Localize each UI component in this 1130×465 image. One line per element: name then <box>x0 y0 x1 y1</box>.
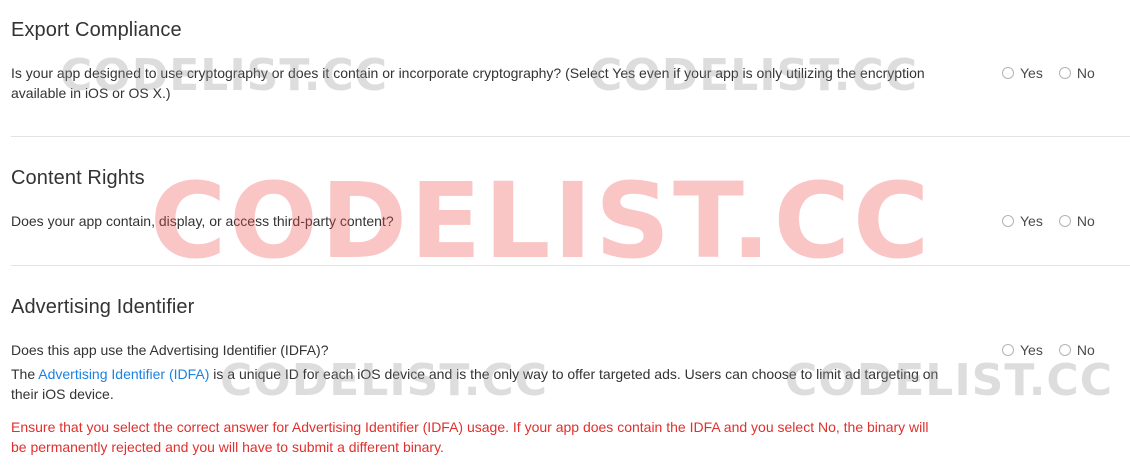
idfa-warning-text: Ensure that you select the correct answe… <box>11 417 971 457</box>
export-compliance-no-radio[interactable]: No <box>1058 65 1095 81</box>
content-rights-no-radio[interactable]: No <box>1058 213 1095 229</box>
radio-circle-icon[interactable] <box>1002 67 1014 79</box>
idfa-info-prefix: The <box>11 366 39 382</box>
advertising-identifier-no-radio[interactable]: No <box>1058 342 1095 358</box>
content-rights-heading: Content Rights <box>11 167 145 189</box>
export-compliance-question: Is your app designed to use cryptography… <box>11 63 971 103</box>
idfa-warning-line1: Ensure that you select the correct answe… <box>11 419 929 435</box>
app-review-form: Export Compliance Is your app designed t… <box>0 0 1130 465</box>
radio-label-yes: Yes <box>1020 213 1043 229</box>
section-divider <box>11 265 1130 266</box>
advertising-identifier-yes-radio[interactable]: Yes <box>1002 342 1043 358</box>
radio-label-yes: Yes <box>1020 342 1043 358</box>
radio-circle-icon[interactable] <box>1058 67 1071 79</box>
radio-label-yes: Yes <box>1020 65 1043 81</box>
radio-label-no: No <box>1076 213 1095 229</box>
export-compliance-heading: Export Compliance <box>11 19 182 41</box>
radio-circle-icon[interactable] <box>1002 215 1014 227</box>
idfa-info-text: The Advertising Identifier (IDFA) is a u… <box>11 364 971 404</box>
advertising-identifier-heading: Advertising Identifier <box>11 296 195 318</box>
idfa-info-line2: their iOS device. <box>11 386 114 402</box>
content-rights-question: Does your app contain, display, or acces… <box>11 213 394 229</box>
content-rights-yes-radio[interactable]: Yes <box>1002 213 1043 229</box>
radio-label-no: No <box>1076 65 1095 81</box>
radio-label-no: No <box>1076 342 1095 358</box>
advertising-identifier-radio-group: Yes No <box>1002 340 1095 360</box>
radio-circle-icon[interactable] <box>1058 215 1071 227</box>
export-compliance-question-line1: Is your app designed to use cryptography… <box>11 65 925 81</box>
export-compliance-yes-radio[interactable]: Yes <box>1002 65 1043 81</box>
content-rights-radio-group: Yes No <box>1002 211 1095 231</box>
idfa-info-link[interactable]: Advertising Identifier (IDFA) <box>38 366 209 382</box>
section-divider <box>11 136 1130 137</box>
radio-circle-icon[interactable] <box>1058 344 1071 356</box>
export-compliance-radio-group: Yes No <box>1002 63 1095 83</box>
advertising-identifier-question: Does this app use the Advertising Identi… <box>11 342 329 358</box>
idfa-warning-line2: be permanently rejected and you will hav… <box>11 439 444 455</box>
export-compliance-question-line2: available in iOS or OS X.) <box>11 85 171 101</box>
radio-circle-icon[interactable] <box>1002 344 1014 356</box>
idfa-info-suffix: is a unique ID for each iOS device and i… <box>209 366 939 382</box>
